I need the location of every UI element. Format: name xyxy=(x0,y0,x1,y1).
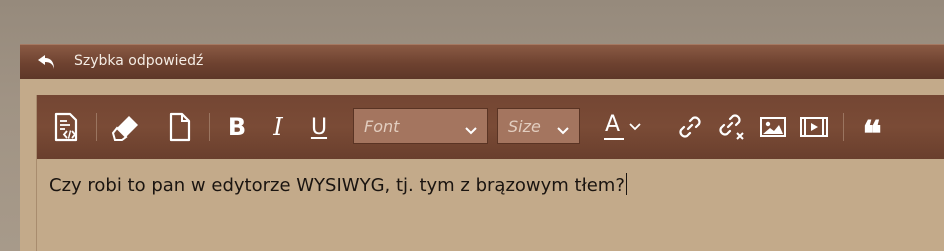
underline-button[interactable]: U xyxy=(303,110,335,144)
image-icon xyxy=(759,115,787,139)
font-select-value: Font xyxy=(364,116,400,136)
source-code-icon xyxy=(52,112,80,142)
toolbar-separator xyxy=(209,113,210,141)
eraser-icon xyxy=(111,112,141,142)
text-color-letter: A xyxy=(605,112,621,137)
size-select-value: Size xyxy=(508,116,541,136)
editor-text: Czy robi to pan w edytorze WYSIWYG, tj. … xyxy=(49,175,625,196)
source-code-button[interactable] xyxy=(50,110,82,144)
size-select[interactable]: Size xyxy=(497,108,580,144)
italic-icon: I xyxy=(273,113,283,141)
text-caret xyxy=(625,173,627,195)
chevron-down-icon xyxy=(464,121,478,140)
link-icon xyxy=(676,113,704,141)
reply-arrow-icon xyxy=(36,52,58,72)
text-color-icon: A xyxy=(603,112,641,142)
underline-icon: U xyxy=(310,114,328,140)
image-button[interactable] xyxy=(757,110,789,144)
bold-button[interactable]: B xyxy=(221,110,253,144)
remove-format-button[interactable] xyxy=(110,110,142,144)
blockquote-button[interactable]: ❝ xyxy=(856,110,888,152)
bold-icon: B xyxy=(227,113,247,141)
panel-title: Szybka odpowiedź xyxy=(74,53,204,69)
text-color-button[interactable]: A xyxy=(596,110,648,144)
italic-button[interactable]: I xyxy=(262,110,294,144)
unlink-button[interactable] xyxy=(716,110,748,144)
toolbar-separator xyxy=(843,113,844,141)
video-icon xyxy=(799,115,829,139)
link-button[interactable] xyxy=(674,110,706,144)
toolbar-separator xyxy=(96,113,97,141)
unlink-icon xyxy=(717,112,747,142)
document-icon xyxy=(167,112,193,142)
font-select[interactable]: Font xyxy=(353,108,488,144)
editor-content[interactable]: Czy robi to pan w edytorze WYSIWYG, tj. … xyxy=(49,173,627,196)
chevron-down-icon xyxy=(556,121,570,140)
quote-icon: ❝ xyxy=(862,113,882,155)
video-button[interactable] xyxy=(798,110,830,144)
new-page-button[interactable] xyxy=(164,110,196,144)
